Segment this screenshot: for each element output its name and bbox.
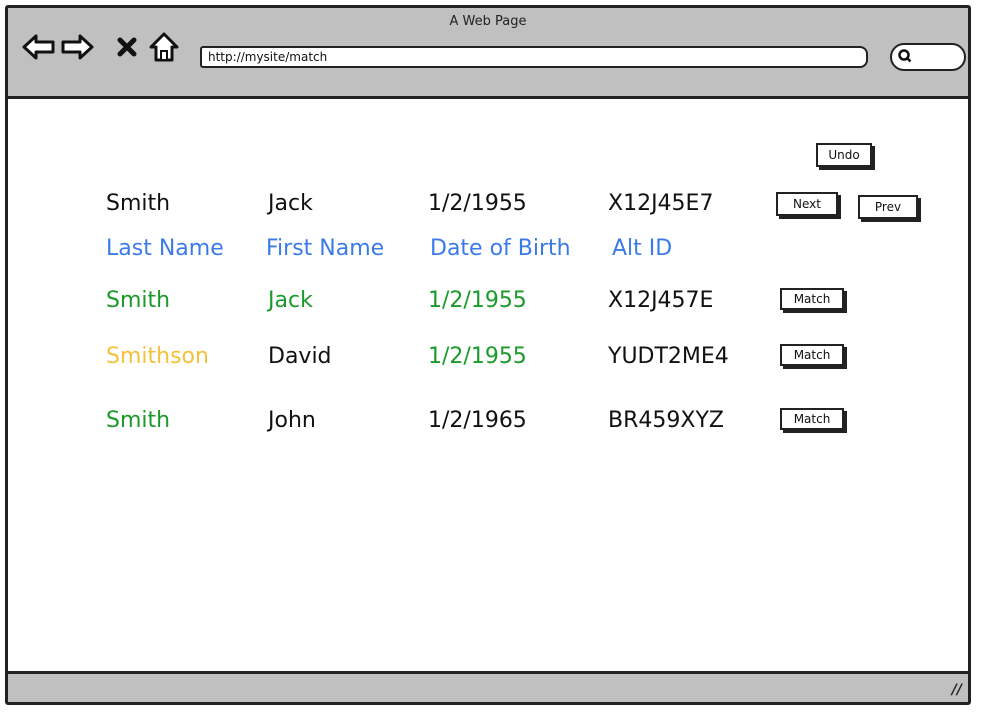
match-button[interactable]: Match [780,344,844,366]
home-icon[interactable] [148,32,180,62]
match-button[interactable]: Match [780,288,844,310]
browser-window: A Web Page http://mysite/match Undo Next… [5,5,971,705]
candidate-alt-id: BR459XYZ [608,408,724,433]
resize-grip-icon[interactable]: // [952,682,962,698]
window-title: A Web Page [449,14,527,29]
record-dob: 1/2/1955 [428,191,527,216]
next-button[interactable]: Next [776,192,838,216]
header-dob: Date of Birth [430,236,571,261]
candidate-dob: 1/2/1955 [428,344,527,369]
candidate-last-name: Smithson [106,344,209,369]
candidate-last-name: Smith [106,288,171,313]
candidate-first-name: David [268,344,332,369]
header-first-name: First Name [266,236,385,261]
candidate-first-name: John [268,408,316,433]
candidate-alt-id: X12J457E [608,288,714,313]
browser-chrome: A Web Page http://mysite/match [8,8,968,99]
prev-button[interactable]: Prev [858,195,918,219]
status-bar: // [8,671,968,702]
match-button[interactable]: Match [780,408,844,430]
back-arrow-icon[interactable] [22,32,56,62]
search-box[interactable] [890,43,966,71]
undo-button[interactable]: Undo [816,143,872,167]
stop-icon[interactable] [116,32,138,62]
header-last-name: Last Name [106,236,224,261]
url-input[interactable]: http://mysite/match [200,46,868,68]
forward-arrow-icon[interactable] [60,32,94,62]
header-alt-id: Alt ID [612,236,673,261]
record-alt-id: X12J45E7 [608,191,714,216]
search-icon [898,49,912,63]
record-first-name: Jack [268,191,313,216]
candidate-dob: 1/2/1955 [428,288,527,313]
candidate-last-name: Smith [106,408,171,433]
candidate-first-name: Jack [268,288,313,313]
candidate-dob: 1/2/1965 [428,408,527,433]
record-last-name: Smith [106,191,171,216]
candidate-alt-id: YUDT2ME4 [608,344,729,369]
